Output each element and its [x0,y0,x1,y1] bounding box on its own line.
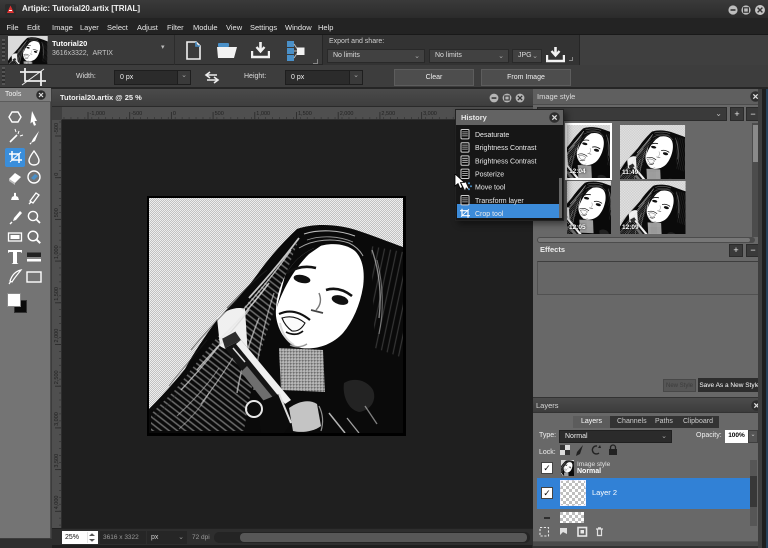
svg-text:3,000: 3,000 [54,412,60,426]
svg-text:-500: -500 [131,111,142,117]
svg-text:2,000: 2,000 [340,111,354,117]
svg-text:500: 500 [54,208,60,217]
svg-text:Desaturate: Desaturate [475,132,509,139]
svg-text:1,500: 1,500 [298,111,312,117]
svg-text:3,500: 3,500 [54,454,60,468]
svg-text:1,000: 1,000 [54,245,60,259]
svg-text:-1,000: -1,000 [90,111,106,117]
svg-text:3,000: 3,000 [423,111,437,117]
svg-text:-500: -500 [54,123,60,134]
svg-text:Posterize: Posterize [475,172,504,179]
svg-text:Brightness Contrast: Brightness Contrast [475,158,537,165]
svg-text:Move tool: Move tool [475,185,506,192]
svg-text:0: 0 [54,173,60,176]
svg-text:Transform layer: Transform layer [475,198,524,205]
svg-text:0: 0 [173,111,176,117]
svg-text:2,500: 2,500 [381,111,395,117]
svg-text:Crop tool: Crop tool [475,211,504,218]
svg-text:500: 500 [215,111,224,117]
svg-text:Brightness Contrast: Brightness Contrast [475,145,537,152]
svg-text:2,500: 2,500 [54,370,60,384]
svg-text:1,000: 1,000 [256,111,270,117]
svg-text:2,000: 2,000 [54,329,60,343]
svg-text:1,500: 1,500 [54,287,60,301]
svg-text:4,000: 4,000 [54,496,60,510]
